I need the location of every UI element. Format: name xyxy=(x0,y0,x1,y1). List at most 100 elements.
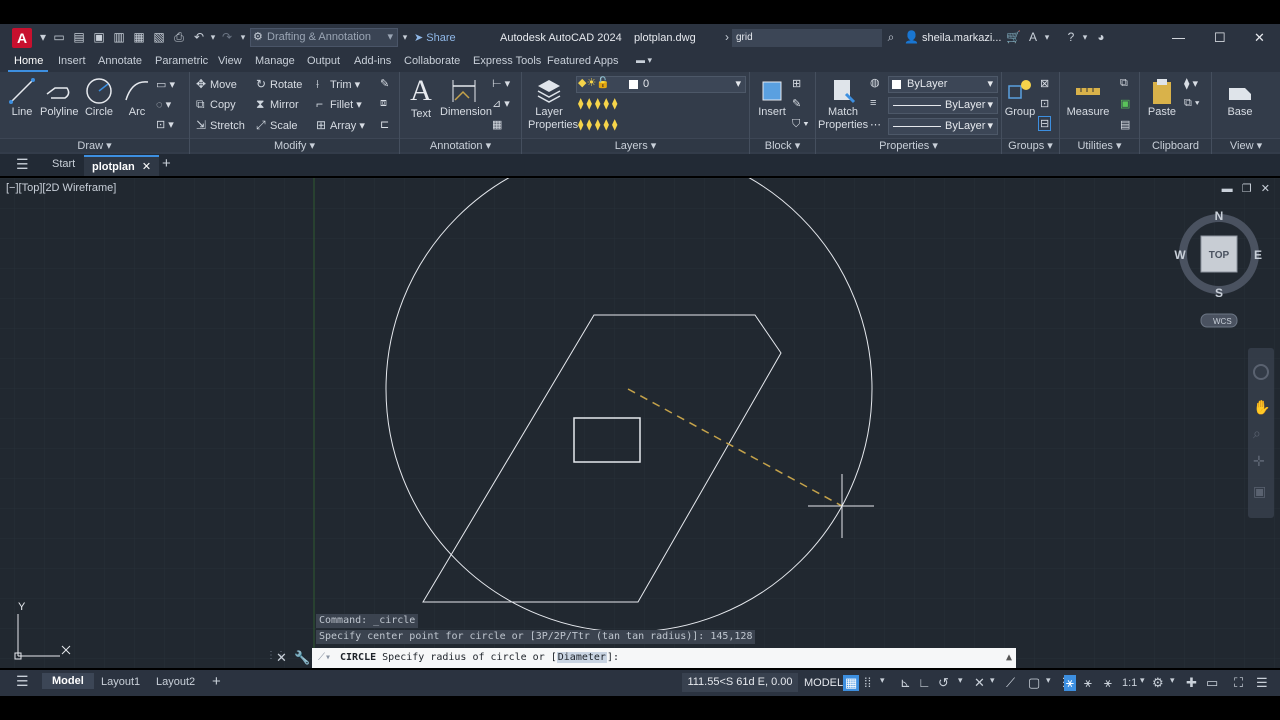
layout1-tab[interactable]: Layout1 xyxy=(101,676,140,688)
layers-panel-title[interactable]: Layers ▾ xyxy=(522,138,749,152)
polar-tracking-icon[interactable]: ↺ xyxy=(938,675,949,691)
quick-calc-icon[interactable]: ⧉ xyxy=(1120,77,1128,90)
clipboard-panel-title[interactable]: Clipboard xyxy=(1140,138,1211,152)
select-all-icon[interactable]: ▣ xyxy=(1120,97,1130,110)
coordinate-readout[interactable]: 111.55<S 61d E, 0.00 xyxy=(682,673,798,692)
workspace-dropdown-icon[interactable]: ▾ xyxy=(1170,675,1175,686)
group-edit-icon[interactable]: ⊡ xyxy=(1040,97,1049,110)
layouts-menu-icon[interactable]: ☰ xyxy=(16,673,29,690)
group-button[interactable]: Group xyxy=(1004,76,1036,118)
plotplan-tab[interactable]: plotplan ✕ xyxy=(84,155,160,176)
erase-icon[interactable]: ✎ xyxy=(380,77,389,90)
command-history-up-icon[interactable]: ▲ xyxy=(1006,648,1012,668)
print-icon[interactable]: ⎙ xyxy=(172,30,186,44)
annotation-scale-icon[interactable]: ⚹ xyxy=(1104,675,1112,691)
rectangle-icon[interactable]: ▭ ▾ xyxy=(156,78,175,91)
wcs-label[interactable]: WCS xyxy=(1213,317,1232,326)
add-plus-icon[interactable]: ✚ xyxy=(1186,675,1197,691)
color-dropdown[interactable]: ByLayer ▾ xyxy=(888,76,998,93)
layer-on-icon[interactable]: ◆☀🔓 xyxy=(578,76,610,89)
navigation-bar[interactable]: ✋ ⌕ ✛ ▣ xyxy=(1248,348,1274,518)
tab-express-tools[interactable]: Express Tools xyxy=(473,55,541,67)
infer-constraints-icon[interactable]: ⊾ xyxy=(900,675,911,691)
arc-button[interactable]: Arc xyxy=(120,76,154,118)
explode-icon[interactable]: ⧈ xyxy=(380,97,387,110)
calculator-icon[interactable]: ▤ xyxy=(1120,118,1130,131)
plot-icon[interactable]: ▦ xyxy=(132,30,146,44)
user-account[interactable]: sheila.markazi... xyxy=(922,32,1001,44)
customize-wrench-icon[interactable]: 🔧 xyxy=(294,650,310,666)
fillet-button[interactable]: ⌐ Fillet ▾ xyxy=(316,97,362,111)
isodraft-icon[interactable]: ✕ xyxy=(974,675,985,691)
table-icon[interactable]: ⊿ ▾ xyxy=(492,97,510,110)
viewport-minimize-icon[interactable]: ▬ xyxy=(1222,183,1233,195)
base-view-button[interactable]: Base xyxy=(1220,76,1260,118)
minimize-icon[interactable]: — xyxy=(1172,30,1185,45)
polar-dropdown-icon[interactable]: ▾ xyxy=(958,675,963,686)
block-panel-title[interactable]: Block ▾ xyxy=(750,138,815,152)
feedback-icon[interactable]: ◕ xyxy=(1094,30,1108,44)
customize-quick-access-icon[interactable]: ▾ xyxy=(398,30,412,44)
scale-button[interactable]: ⤢ Scale xyxy=(256,118,298,133)
help-icon[interactable]: ? xyxy=(1064,30,1078,44)
group-selection-icon[interactable]: ⊟ xyxy=(1038,116,1052,131)
tab-manage[interactable]: Manage xyxy=(255,55,295,67)
tab-insert[interactable]: Insert xyxy=(58,55,86,67)
tab-featured-apps[interactable]: Featured Apps xyxy=(547,55,619,67)
hamburger-menu-icon[interactable]: ☰ xyxy=(16,156,29,173)
new-file-icon[interactable]: ▭ xyxy=(52,30,66,44)
search-input[interactable]: grid xyxy=(732,29,882,47)
close-icon[interactable]: ✕ xyxy=(1254,30,1265,46)
ribbon-display-toggle-icon[interactable]: ▬ ▾ xyxy=(636,55,652,66)
polyline-button[interactable]: Polyline xyxy=(40,76,79,118)
autodesk-app-icon[interactable]: A xyxy=(1026,30,1040,44)
snap-dropdown-icon[interactable]: ▾ xyxy=(880,675,885,686)
move-button[interactable]: ✥ Move xyxy=(196,77,237,91)
workspace-dropdown[interactable]: ⚙ Drafting & Annotation ▾ xyxy=(250,28,398,47)
measure-button[interactable]: Measure xyxy=(1064,76,1112,118)
linetype-dropdown[interactable]: ByLayer ▾ xyxy=(888,97,998,114)
layer-properties-button[interactable]: Layer Properties xyxy=(528,76,578,132)
tab-annotate[interactable]: Annotate xyxy=(98,55,142,67)
object-snap-icon[interactable]: ▢ xyxy=(1028,675,1040,691)
tab-home[interactable]: Home xyxy=(14,55,43,67)
linetype-icon[interactable]: ⋯ xyxy=(870,118,881,131)
match-properties-button[interactable]: Match Properties xyxy=(818,76,868,132)
cart-icon[interactable]: 🛒 xyxy=(1006,30,1021,44)
auto-scale-icon[interactable]: ⚹ xyxy=(1084,675,1092,691)
groups-panel-title[interactable]: Groups ▾ xyxy=(1002,138,1059,152)
undo-icon[interactable]: ↶ xyxy=(192,30,206,44)
line-button[interactable]: Line xyxy=(6,76,38,118)
array-button[interactable]: ⊞ Array ▾ xyxy=(316,118,365,132)
model-layout-tab[interactable]: Model xyxy=(42,673,94,689)
paste-button[interactable]: Paste xyxy=(1144,76,1180,118)
edit-block-icon[interactable]: ✎ xyxy=(792,97,801,110)
cut-icon[interactable]: ⧫ ▾ xyxy=(1184,77,1198,90)
add-layout-plus-icon[interactable]: + xyxy=(212,673,221,690)
tab-output[interactable]: Output xyxy=(307,55,340,67)
tab-view[interactable]: View xyxy=(218,55,242,67)
redo-dropdown-icon[interactable]: ▾ xyxy=(236,30,250,44)
insert-block-button[interactable]: Insert xyxy=(754,76,790,118)
help-dropdown-icon[interactable]: ▾ xyxy=(1078,30,1092,44)
search-icon[interactable]: ⌕ xyxy=(884,30,898,44)
annotation-scale-value[interactable]: 1:1 xyxy=(1122,677,1137,689)
offset-icon[interactable]: ⊏ xyxy=(380,118,389,131)
draw-panel-title[interactable]: Draw ▾ xyxy=(0,138,189,152)
open-file-icon[interactable]: ▤ xyxy=(72,30,86,44)
utilities-panel-title[interactable]: Utilities ▾ xyxy=(1060,138,1139,152)
redo-icon[interactable]: ↷ xyxy=(220,30,234,44)
annotation-visibility-icon[interactable]: ⚹ xyxy=(1064,675,1076,691)
close-command-line-icon[interactable]: ✕ xyxy=(276,650,287,666)
modify-panel-title[interactable]: Modify ▾ xyxy=(190,138,399,152)
ungroup-icon[interactable]: ⊠ xyxy=(1040,77,1049,90)
lineweight-icon[interactable]: ≡ xyxy=(870,97,876,109)
tab-add-ins[interactable]: Add-ins xyxy=(354,55,391,67)
close-tab-icon[interactable]: ✕ xyxy=(142,161,151,173)
rotate-button[interactable]: ↻ Rotate xyxy=(256,77,302,91)
object-snap-tracking-icon[interactable]: ⟋ xyxy=(1006,675,1015,691)
diameter-option[interactable]: Diameter xyxy=(556,652,607,663)
color-wheel-icon[interactable]: ◍ xyxy=(870,76,880,89)
lineweight-dropdown[interactable]: ByLayer ▾ xyxy=(888,118,998,135)
isodraft-dropdown-icon[interactable]: ▾ xyxy=(990,675,995,686)
